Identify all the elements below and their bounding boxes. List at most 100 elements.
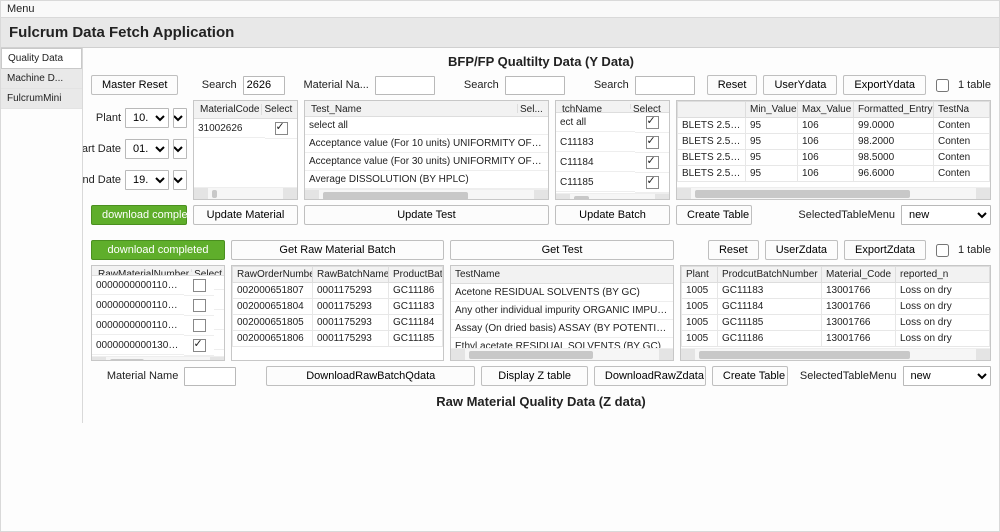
rawmat-number-cell[interactable]: 000000000011003323 bbox=[92, 317, 184, 335]
table-row[interactable]: 1005GC1118613001766Loss on dry bbox=[682, 331, 990, 347]
table-row[interactable]: BLETS 2.5 mg9510698.2000Conten bbox=[678, 134, 990, 150]
batch-select-checkbox[interactable] bbox=[646, 136, 659, 149]
rawmat-select-checkbox[interactable] bbox=[193, 319, 206, 332]
formatted-entry-header[interactable]: Formatted_Entry bbox=[854, 102, 934, 118]
batch-name-cell[interactable]: C11185 bbox=[556, 174, 635, 192]
batch-select-header[interactable]: Select bbox=[631, 104, 665, 109]
user-zdata-button[interactable]: UserZdata bbox=[765, 240, 838, 260]
rawbatchname-header[interactable]: RawBatchName bbox=[313, 267, 389, 283]
material-code-cell[interactable]: 31002626 bbox=[194, 120, 265, 138]
sel-header[interactable]: Sel... bbox=[518, 104, 544, 113]
export-ydata-button[interactable]: ExportYdata bbox=[843, 75, 926, 95]
download-raw-zdata-button[interactable]: DownloadRawZdata bbox=[594, 366, 706, 386]
create-table-y-button[interactable]: Create Table bbox=[676, 205, 752, 225]
rawmat-select-checkbox[interactable] bbox=[193, 299, 206, 312]
table-row[interactable]: 1005GC1118313001766Loss on dry bbox=[682, 283, 990, 299]
materialcode-header[interactable]: MaterialCode bbox=[198, 104, 262, 115]
rawmaterialnumber-header[interactable]: RawMaterialNumber bbox=[96, 269, 192, 272]
user-ydata-button[interactable]: UserYdata bbox=[763, 75, 837, 95]
table-row[interactable]: 0020006518060001175293GC11185 bbox=[233, 331, 443, 347]
reset-y-button[interactable]: Reset bbox=[707, 75, 758, 95]
table-row[interactable]: 1005GC1118413001766Loss on dry bbox=[682, 299, 990, 315]
selected-table-menu-y[interactable]: new bbox=[901, 205, 991, 225]
productbatch-header[interactable]: ProductBatc bbox=[389, 267, 443, 283]
hscroll[interactable] bbox=[451, 348, 673, 360]
rawmat-number-cell[interactable]: 000000000011003256 bbox=[92, 297, 184, 315]
selected-table-menu-z[interactable]: new bbox=[903, 366, 991, 386]
one-table-y-checkbox[interactable] bbox=[936, 79, 949, 92]
reported-n-header[interactable]: reported_n bbox=[896, 267, 990, 283]
update-material-button[interactable]: Update Material bbox=[193, 205, 298, 225]
tab-quality-data[interactable]: Quality Data bbox=[1, 48, 82, 69]
create-table-z-button[interactable]: Create Table bbox=[712, 366, 788, 386]
test-row[interactable]: Average DISSOLUTION (BY HPLC) bbox=[305, 171, 548, 189]
material-name-input[interactable] bbox=[184, 367, 236, 386]
max-value-header[interactable]: Max_Value bbox=[798, 102, 854, 118]
hscroll[interactable] bbox=[681, 348, 990, 360]
table-row[interactable]: 1005GC1118513001766Loss on dry bbox=[682, 315, 990, 331]
rawmat-select-checkbox[interactable] bbox=[193, 339, 206, 352]
update-test-button[interactable]: Update Test bbox=[304, 205, 549, 225]
table-row[interactable]: BLETS 2.5 mg9510698.5000Conten bbox=[678, 150, 990, 166]
select-header[interactable]: Select bbox=[262, 104, 294, 115]
hscroll[interactable] bbox=[677, 187, 990, 199]
rawordernumber-header[interactable]: RawOrderNumber bbox=[233, 267, 313, 283]
plant-header[interactable]: Plant bbox=[682, 267, 718, 283]
plant-dd-extra[interactable] bbox=[173, 108, 187, 128]
test-row[interactable]: Assay (On dried basis) ASSAY (BY POTENTI… bbox=[451, 320, 673, 338]
testname-col-header[interactable]: TestName bbox=[451, 266, 673, 284]
table-row[interactable]: BLETS 2.5 mg9510696.6000Conten bbox=[678, 166, 990, 182]
get-raw-material-batch-button[interactable]: Get Raw Material Batch bbox=[231, 240, 444, 260]
rawmat-select-checkbox[interactable] bbox=[193, 279, 206, 292]
table-row[interactable]: 0020006518070001175293GC11186 bbox=[233, 283, 443, 299]
search4-input[interactable] bbox=[635, 76, 695, 95]
batch-name-cell[interactable]: C11184 bbox=[556, 154, 635, 172]
col0-header[interactable] bbox=[678, 102, 746, 118]
search3-input[interactable] bbox=[505, 76, 565, 95]
material-select-checkbox[interactable] bbox=[275, 122, 288, 135]
test-row[interactable]: Acceptance value (For 10 units) UNIFORMI… bbox=[305, 135, 548, 153]
search1-input[interactable] bbox=[243, 76, 285, 95]
rawmat-select-header[interactable]: Select bbox=[192, 269, 222, 272]
material-code-header[interactable]: Material_Code bbox=[822, 267, 896, 283]
end-date-select[interactable]: 19... bbox=[125, 170, 169, 190]
testname-header[interactable]: Test_Name bbox=[309, 104, 518, 113]
table-row[interactable]: 0020006518050001175293GC11184 bbox=[233, 315, 443, 331]
test-row[interactable]: Ethyl acetate RESIDUAL SOLVENTS (BY GC) bbox=[451, 338, 673, 348]
download-raw-batch-qdata-button[interactable]: DownloadRawBatchQdata bbox=[266, 366, 475, 386]
batchname-header[interactable]: tchName bbox=[560, 104, 631, 109]
hscroll[interactable] bbox=[92, 356, 224, 360]
batch-name-cell[interactable]: C11183 bbox=[556, 134, 635, 152]
rawmat-number-cell[interactable]: 000000000011003202 bbox=[92, 277, 184, 295]
test-row[interactable]: Any other individual impurity ORGANIC IM… bbox=[451, 302, 673, 320]
update-batch-button[interactable]: Update Batch bbox=[555, 205, 670, 225]
end-date-dd-extra[interactable] bbox=[173, 170, 187, 190]
plant-select[interactable]: 10... bbox=[125, 108, 169, 128]
tab-machine-d[interactable]: Machine D... bbox=[1, 69, 82, 89]
display-z-table-button[interactable]: Display Z table bbox=[481, 366, 587, 386]
rawmat-number-cell[interactable]: 000000000013001766 bbox=[92, 337, 184, 355]
start-date-dd-extra[interactable] bbox=[173, 139, 187, 159]
table-row[interactable]: 0020006518040001175293GC11183 bbox=[233, 299, 443, 315]
batch-select-checkbox[interactable] bbox=[646, 116, 659, 129]
reset-z-button[interactable]: Reset bbox=[708, 240, 759, 260]
batch-select-checkbox[interactable] bbox=[646, 176, 659, 189]
batch-select-checkbox[interactable] bbox=[646, 156, 659, 169]
testna-header[interactable]: TestNa bbox=[934, 102, 990, 118]
tab-fulcrummini[interactable]: FulcrumMini bbox=[1, 89, 82, 109]
productbatchnumber-header[interactable]: ProdcutBatchNumber bbox=[718, 267, 822, 283]
test-row[interactable]: select all bbox=[305, 117, 548, 135]
master-reset-button[interactable]: Master Reset bbox=[91, 75, 178, 95]
test-row[interactable]: Acetone RESIDUAL SOLVENTS (BY GC) bbox=[451, 284, 673, 302]
hscroll[interactable] bbox=[305, 189, 548, 199]
menu-item[interactable]: Menu bbox=[7, 3, 35, 15]
table-row[interactable]: BLETS 2.5 mg9510699.0000Conten bbox=[678, 118, 990, 134]
test-row[interactable]: Acceptance value (For 30 units) UNIFORMI… bbox=[305, 153, 548, 171]
search2-input[interactable] bbox=[375, 76, 435, 95]
min-value-header[interactable]: Min_Value bbox=[746, 102, 798, 118]
one-table-z-checkbox[interactable] bbox=[936, 244, 949, 257]
export-zdata-button[interactable]: ExportZdata bbox=[844, 240, 926, 260]
batch-name-cell[interactable]: ect all bbox=[556, 114, 635, 132]
hscroll[interactable] bbox=[556, 193, 669, 199]
get-test-button[interactable]: Get Test bbox=[450, 240, 674, 260]
